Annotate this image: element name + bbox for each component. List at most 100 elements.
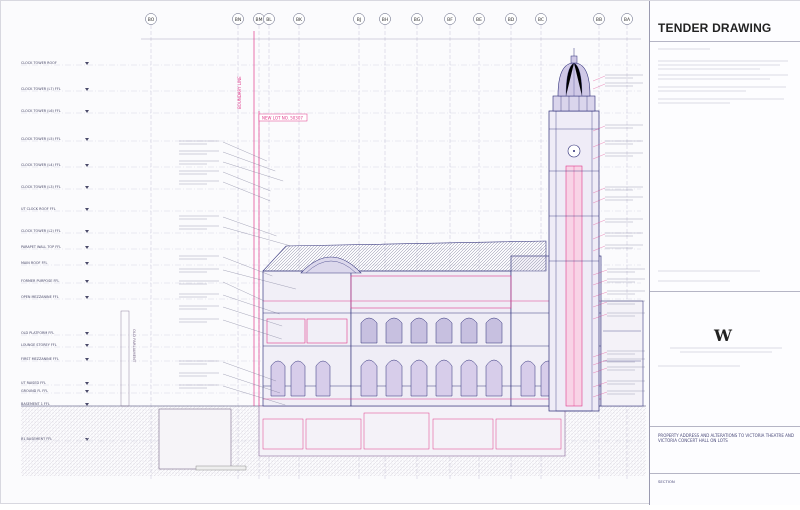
clock-tower [549, 48, 599, 411]
side-arch [316, 361, 330, 396]
level-label: CLOCK TOWER (L2) FFL [21, 229, 61, 233]
level-marker [85, 186, 89, 189]
level-marker [85, 280, 89, 283]
callout-right [593, 233, 643, 239]
level-label: LOUNGE STOREY FFL [21, 343, 57, 347]
grid-label: BN [235, 17, 241, 23]
level-label: UT CLOCK ROOF FFL [21, 207, 56, 211]
level-label: PARAPET WALL TOP FFL [21, 245, 61, 249]
callout-right [593, 219, 643, 225]
grid-label: BF [447, 17, 453, 23]
level-label: MAIN ROOF FFL [21, 261, 47, 265]
lower-arch [411, 360, 427, 396]
project-title: PROPERTY ADDRESS AND ALTERATIONS TO VICT… [658, 433, 794, 443]
drawing-sheet: CLOCK TOWER ROOF CLOCK TOWER (L7) FFL CLOC… [0, 0, 800, 504]
level-marker [85, 332, 89, 335]
lower-arch [386, 360, 402, 396]
grid-label: BO [148, 17, 155, 23]
level-label: CLOCK TOWER (L5) FFL [21, 137, 61, 141]
level-marker [85, 296, 89, 299]
level-marker [85, 390, 89, 393]
grid-label: BJ [357, 17, 361, 23]
architect-logo: W [714, 326, 736, 344]
callout-left [179, 361, 276, 381]
title-divider [650, 41, 800, 42]
level-label: OPEN MEZZANINE FFL [21, 295, 59, 299]
project-divider [650, 426, 800, 427]
upper-arch [486, 318, 502, 343]
callout-left [179, 281, 264, 301]
level-marker [85, 262, 89, 265]
grid-label: BM [256, 17, 263, 23]
upper-arch [411, 318, 427, 343]
level-marker [85, 230, 89, 233]
right-annex [601, 301, 643, 406]
callout-right [593, 83, 643, 89]
callout-left [179, 256, 272, 276]
callout-right [593, 197, 643, 203]
level-marker [85, 138, 89, 141]
level-marker [85, 110, 89, 113]
callout-right [593, 75, 643, 81]
side-arch [291, 361, 305, 396]
general-notes-lines [650, 43, 800, 293]
level-marker [85, 382, 89, 385]
grid-label: BB [596, 17, 602, 23]
level-label: OLD PLATFORM FFL [21, 331, 54, 335]
boundary-lines [254, 31, 259, 406]
upper-arch [436, 318, 452, 343]
lower-arch [486, 360, 502, 396]
level-marker [85, 208, 89, 211]
level-marker [85, 88, 89, 91]
basement-main [259, 406, 565, 456]
section-svg: CLOCK TOWER ROOF CLOCK TOWER (L7) FFL CLOC… [1, 1, 649, 505]
callout-left [179, 226, 291, 246]
grid-label: BL [266, 17, 272, 23]
old-parliament-label: OLD PARLIAMENT [132, 329, 137, 363]
sheet-divider [650, 473, 800, 474]
callout-left [179, 181, 270, 201]
level-marker [85, 344, 89, 347]
elevation-drawing: CLOCK TOWER ROOF CLOCK TOWER (L7) FFL CLOC… [1, 1, 649, 505]
new-lot-label: NEW LOT NO. 50307 [262, 116, 303, 121]
lower-arch [461, 360, 477, 396]
firm-address-lines [650, 344, 800, 374]
level-label: CLOCK TOWER (L3) FFL [21, 185, 61, 189]
title-block: TENDER DRAWING W PROPERTY ADDRESS AND AL… [649, 1, 800, 505]
sheet-title: TENDER DRAWING [658, 21, 794, 35]
level-marker [85, 246, 89, 249]
level-label: GROUND FL FFL [21, 389, 48, 393]
level-label: CLOCK TOWER (L6) FFL [21, 109, 61, 113]
adjacent-structure [121, 311, 129, 406]
grid-label: BG [414, 17, 421, 23]
lower-arch [436, 360, 452, 396]
lower-arch [361, 360, 377, 396]
basement-left [159, 409, 231, 469]
boundary-label: BOUNDARY LINE [237, 76, 242, 109]
level-label: CLOCK TOWER (L4) FFL [21, 163, 61, 167]
grid-label: BH [382, 17, 388, 23]
level-marker [85, 403, 89, 406]
level-label: FORMER PURPOSE FFL [21, 279, 59, 283]
grid-label: BA [624, 17, 631, 23]
grid-label: BE [476, 17, 482, 23]
grid-label: BD [508, 17, 515, 23]
upper-arch [361, 318, 377, 343]
level-marker [85, 62, 89, 65]
callout-right [593, 245, 643, 251]
level-label: CLOCK TOWER ROOF [21, 61, 57, 65]
upper-arch [461, 318, 477, 343]
callout-right [593, 187, 643, 193]
callout-right [593, 153, 643, 159]
level-label: BASEMENT 1 FFL [21, 402, 50, 406]
side-arch [521, 361, 535, 396]
footing [196, 466, 246, 470]
level-marker [85, 358, 89, 361]
level-label: FIRST MEZZANINE FFL [21, 357, 59, 361]
level-label: CLOCK TOWER (L7) FFL [21, 87, 61, 91]
upper-arch [386, 318, 402, 343]
sheet-name: SECTION [658, 479, 794, 484]
level-label: UT RAISED FFL [21, 381, 46, 385]
callout-right [593, 141, 643, 147]
level-marker [85, 164, 89, 167]
